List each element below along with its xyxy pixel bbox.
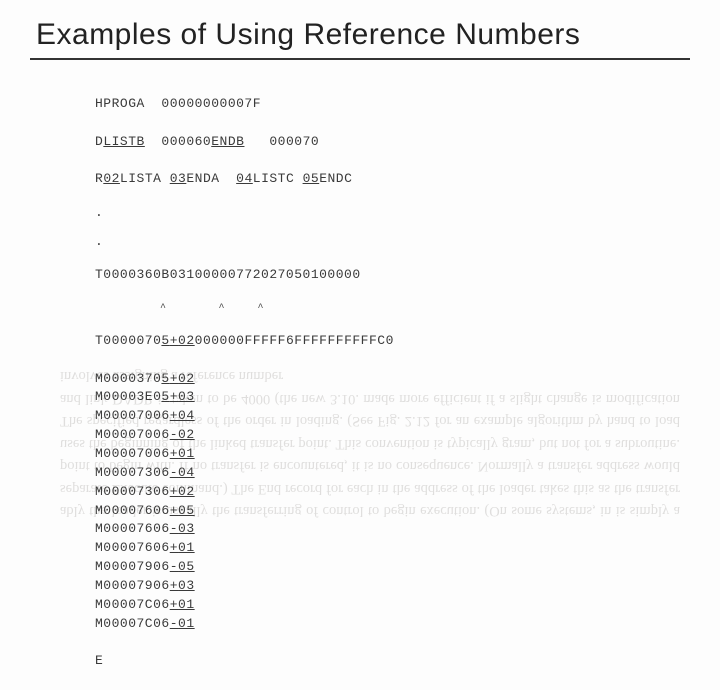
mod-record: M00003705+02 [95, 370, 720, 389]
code-listing: HPROGA 00000000007F DLISTB 000060ENDB 00… [0, 76, 720, 690]
mod-record: M00007906-05 [95, 558, 720, 577]
define-line: DLISTB 000060ENDB 000070 [95, 133, 720, 152]
mod-record: M00007606+05 [95, 502, 720, 521]
caret-row: ^ ^ ^ [95, 304, 720, 313]
page-title: Examples of Using Reference Numbers [0, 0, 720, 58]
end-record: E [95, 652, 720, 671]
mod-record: M00003E05+03 [95, 388, 720, 407]
mod-record: M00007606+01 [95, 539, 720, 558]
text-record-1: T0000360B03100000772027050100000 [95, 266, 720, 285]
text-record-2: T00000705+02000000FFFFF6FFFFFFFFFFC0 [95, 332, 720, 351]
mod-record: M00007C06+01 [95, 596, 720, 615]
refer-line: R02LISTA 03ENDA 04LISTC 05ENDC [95, 170, 720, 189]
title-underline [30, 58, 690, 60]
ellipsis: . [95, 237, 720, 247]
mod-record: M00007006+04 [95, 407, 720, 426]
mod-record: M00007306+02 [95, 483, 720, 502]
mod-record: M00007306-04 [95, 464, 720, 483]
ellipsis: . [95, 208, 720, 218]
mod-record: M00007006-02 [95, 426, 720, 445]
mod-record: M00007906+03 [95, 577, 720, 596]
mod-record: M00007C06-01 [95, 615, 720, 634]
header-line: HPROGA 00000000007F [95, 95, 720, 114]
mod-record: M00007606-03 [95, 520, 720, 539]
mod-record: M00007006+01 [95, 445, 720, 464]
